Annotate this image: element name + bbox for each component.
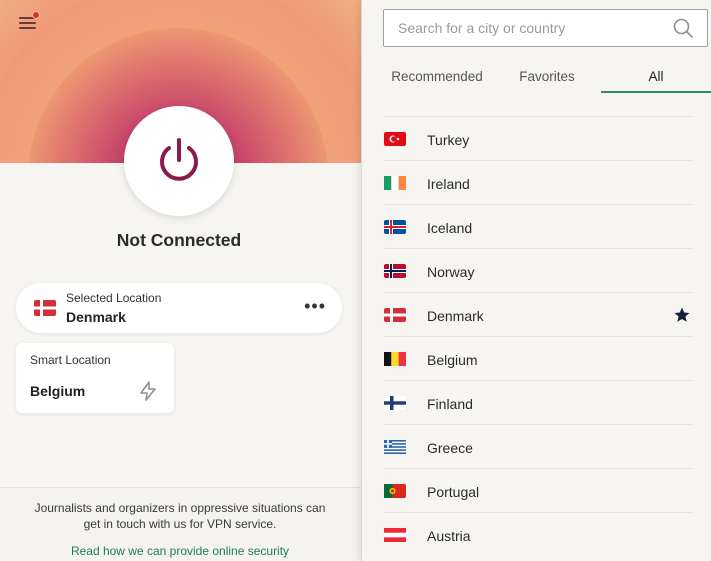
list-item[interactable]: Denmark xyxy=(383,292,693,336)
star-filled-icon[interactable] xyxy=(673,306,691,329)
country-name: Greece xyxy=(427,440,473,456)
tab-recommended[interactable]: Recommended xyxy=(383,62,491,93)
flag-norway-icon xyxy=(384,264,406,283)
country-name: Austria xyxy=(427,528,471,544)
promo-banner: Journalists and organizers in oppressive… xyxy=(0,487,361,561)
search-box[interactable] xyxy=(383,9,708,47)
list-item[interactable]: Iceland xyxy=(383,204,693,248)
lightning-icon xyxy=(139,381,157,406)
search-input[interactable] xyxy=(384,10,664,46)
list-item[interactable]: Austria xyxy=(383,512,693,556)
country-name: Belgium xyxy=(427,352,478,368)
power-button[interactable] xyxy=(124,106,234,216)
list-item[interactable]: Norway xyxy=(383,248,693,292)
notification-dot xyxy=(32,11,40,19)
flag-portugal-icon xyxy=(384,484,406,503)
country-name: Portugal xyxy=(427,484,480,500)
menu-icon-bar xyxy=(19,27,36,29)
country-name: Finland xyxy=(427,396,473,412)
list-item[interactable]: Portugal xyxy=(383,468,693,512)
country-name: Norway xyxy=(427,264,475,280)
more-horizontal-icon[interactable]: ••• xyxy=(304,297,326,315)
country-name: Turkey xyxy=(427,132,470,148)
list-item[interactable]: Belgium xyxy=(383,336,693,380)
list-item[interactable]: Ireland xyxy=(383,160,693,204)
smart-location-label: Smart Location xyxy=(30,353,111,367)
flag-greece-icon xyxy=(384,440,406,459)
main-panel: Not Connected Selected Location Denmark … xyxy=(0,0,361,561)
selected-location-label: Selected Location xyxy=(66,291,162,305)
country-name: Denmark xyxy=(427,308,484,324)
flag-ireland-icon xyxy=(384,176,406,195)
location-picker-panel: Recommended Favorites All Turkey Ireland… xyxy=(361,0,711,561)
connection-status: Not Connected xyxy=(116,230,242,250)
flag-iceland-icon xyxy=(384,220,406,239)
flag-denmark-icon xyxy=(34,300,56,321)
country-list: Turkey Ireland Iceland Norway Denmark Be… xyxy=(383,116,693,556)
selected-location-value: Denmark xyxy=(66,309,126,325)
flag-finland-icon xyxy=(384,396,406,415)
country-name: Iceland xyxy=(427,220,473,236)
flag-denmark-icon xyxy=(384,308,406,327)
flag-austria-icon xyxy=(384,528,406,547)
list-item[interactable]: Greece xyxy=(383,424,693,468)
tab-all[interactable]: All xyxy=(601,62,711,93)
list-item[interactable]: Finland xyxy=(383,380,693,424)
list-item[interactable]: Turkey xyxy=(383,116,693,160)
smart-location-value: Belgium xyxy=(30,383,86,399)
promo-text: Journalists and organizers in oppressive… xyxy=(34,501,326,531)
promo-link[interactable]: Read how we can provide online security xyxy=(0,544,360,558)
tab-favorites[interactable]: Favorites xyxy=(493,62,601,93)
search-icon[interactable] xyxy=(673,18,693,43)
power-icon xyxy=(160,138,198,181)
location-tabs: Recommended Favorites All xyxy=(383,62,711,94)
flag-belgium-icon xyxy=(384,352,406,371)
selected-location-card[interactable]: Selected Location Denmark ••• xyxy=(16,283,342,333)
smart-location-card[interactable]: Smart Location Belgium xyxy=(16,343,174,413)
menu-icon-bar xyxy=(19,22,36,24)
country-name: Ireland xyxy=(427,176,470,192)
flag-turkey-icon xyxy=(384,132,406,151)
